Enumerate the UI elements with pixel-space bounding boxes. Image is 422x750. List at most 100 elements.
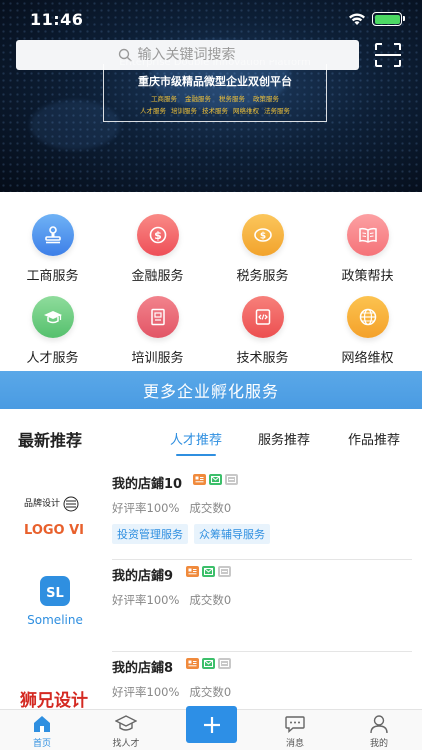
email-badge-icon bbox=[202, 566, 215, 577]
service-item-finance[interactable]: $ 金融服务 bbox=[105, 214, 210, 284]
service-label: 网络维权 bbox=[341, 351, 394, 366]
nav-profile[interactable]: 我的 bbox=[337, 714, 421, 749]
service-label: 税务服务 bbox=[236, 269, 289, 284]
banner-title: 重庆市级精品微型企业双创平台 bbox=[138, 75, 292, 88]
hero-banner[interactable]: 11:46 Enterprise Double Innovation Platf… bbox=[0, 0, 422, 192]
service-item-training[interactable]: 培训服务 bbox=[105, 296, 210, 366]
shop-badges bbox=[193, 474, 238, 485]
service-label: 人才服务 bbox=[26, 351, 79, 366]
shop-badges bbox=[186, 658, 231, 669]
service-label: 工商服务 bbox=[26, 269, 79, 284]
shop-badges bbox=[186, 566, 231, 577]
home-icon bbox=[34, 716, 50, 732]
nav-find-talent[interactable]: 找人才 bbox=[84, 714, 168, 749]
nav-label: 找人才 bbox=[112, 739, 140, 749]
logo-mark: SL bbox=[46, 586, 64, 601]
nav-label: 我的 bbox=[369, 739, 388, 749]
certificate-icon bbox=[150, 308, 165, 326]
shop-name: 我的店鋪8 bbox=[112, 661, 174, 676]
nav-messages[interactable]: 消息 bbox=[253, 714, 337, 749]
service-item-business[interactable]: 工商服务 bbox=[0, 214, 105, 284]
banner-tag: 法务服务 bbox=[264, 107, 290, 115]
banner-tag: 政策服务 bbox=[253, 95, 279, 103]
shop-deals: 成交数0 bbox=[189, 593, 232, 607]
service-icon-circle bbox=[31, 214, 74, 256]
banner-tag: 培训服务 bbox=[171, 107, 197, 115]
tab-talent-recommend[interactable]: 人才推荐 bbox=[170, 429, 222, 456]
shop-stats: 好评率100% 成交数0 bbox=[112, 592, 231, 608]
service-icon-circle bbox=[241, 296, 284, 338]
id-card-badge-icon bbox=[186, 658, 199, 669]
brand-design-logo: 品牌设计 LOGO VI bbox=[18, 476, 92, 550]
more-services-button[interactable]: 更多企业孵化服务 bbox=[0, 371, 422, 409]
nav-label: 消息 bbox=[285, 739, 304, 749]
bottom-nav: 首页 找人才 消息 我的 bbox=[0, 706, 422, 750]
banner-tag: 金融服务 bbox=[185, 95, 211, 103]
person-icon bbox=[370, 715, 388, 734]
nav-label: 首页 bbox=[32, 739, 51, 749]
service-label: 政策帮扶 bbox=[341, 269, 394, 284]
license-badge-icon bbox=[218, 658, 231, 669]
email-badge-icon bbox=[209, 474, 222, 485]
recommend-header: 最新推荐 人才推荐 服务推荐 作品推荐 bbox=[0, 420, 422, 456]
banner-tag: 人才服务 bbox=[140, 107, 166, 115]
code-document-icon bbox=[255, 309, 270, 325]
shop-stats: 好评率100% 成交数0 bbox=[112, 684, 231, 700]
service-label: 培训服务 bbox=[131, 351, 184, 366]
shop-deals: 成交数0 bbox=[189, 501, 232, 515]
book-icon bbox=[358, 227, 377, 243]
shop-list-item[interactable]: 品牌设计 LOGO VI 我的店鋪10 好评率100% 成交数0 投资管理服务 … bbox=[0, 468, 422, 560]
license-badge-icon bbox=[225, 474, 238, 485]
service-item-tech[interactable]: 技术服务 bbox=[210, 296, 315, 366]
shop-rating: 好评率100% bbox=[112, 685, 180, 699]
service-icon-circle: $ bbox=[136, 214, 179, 256]
service-item-talent[interactable]: 人才服务 bbox=[0, 296, 105, 366]
banner-tag: 税务服务 bbox=[219, 95, 245, 103]
shop-list-item[interactable]: SL Someline 我的店鋪9 好评率100% 成交数0 bbox=[0, 560, 422, 652]
add-button[interactable] bbox=[186, 706, 237, 743]
shop-deals: 成交数0 bbox=[189, 685, 232, 699]
shop-tag[interactable]: 众筹辅导服务 bbox=[194, 524, 270, 544]
logo-text: 狮兄设计 bbox=[19, 690, 88, 711]
logo-text-top: 品牌设计 bbox=[24, 497, 60, 509]
service-icon-circle: $ bbox=[241, 214, 284, 256]
svg-text:$: $ bbox=[259, 232, 265, 242]
service-label: 金融服务 bbox=[131, 269, 184, 284]
recommend-title: 最新推荐 bbox=[18, 431, 83, 450]
license-badge-icon bbox=[218, 566, 231, 577]
scan-icon[interactable] bbox=[374, 42, 402, 68]
chat-bubble-icon bbox=[285, 716, 305, 734]
email-badge-icon bbox=[202, 658, 215, 669]
nav-home[interactable]: 首页 bbox=[0, 714, 84, 749]
shop-stats: 好评率100% 成交数0 bbox=[112, 500, 231, 516]
plus-icon bbox=[203, 716, 220, 733]
stamp-icon bbox=[44, 226, 61, 244]
id-card-badge-icon bbox=[186, 566, 199, 577]
graduation-cap-icon bbox=[43, 311, 62, 324]
shop-name: 我的店鋪10 bbox=[112, 477, 183, 492]
wifi-icon bbox=[349, 13, 365, 25]
tab-works-recommend[interactable]: 作品推荐 bbox=[348, 429, 400, 448]
logo-text-bottom: LOGO VI bbox=[24, 523, 84, 538]
graduation-cap-icon bbox=[115, 715, 137, 731]
banner-tag: 技术服务 bbox=[202, 107, 228, 115]
service-grid: 工商服务 $ 金融服务 $ 税务服务 政策帮扶 人才服务 培训服务 技术服务 网… bbox=[0, 192, 422, 370]
service-item-tax[interactable]: $ 税务服务 bbox=[210, 214, 315, 284]
shop-tag[interactable]: 投资管理服务 bbox=[112, 524, 188, 544]
service-item-policy[interactable]: 政策帮扶 bbox=[315, 214, 420, 284]
service-icon-circle bbox=[346, 296, 389, 338]
status-time: 11:46 bbox=[30, 10, 84, 29]
service-item-network-rights[interactable]: 网络维权 bbox=[315, 296, 420, 366]
svg-text:$: $ bbox=[154, 229, 162, 242]
tab-service-recommend[interactable]: 服务推荐 bbox=[258, 429, 310, 448]
shop-rating: 好评率100% bbox=[112, 501, 180, 515]
battery-icon bbox=[372, 12, 405, 26]
service-icon-circle bbox=[136, 296, 179, 338]
banner-tags-row2: 人才服务 培训服务 技术服务 网络维权 法务服务 bbox=[110, 105, 320, 115]
globe-icon bbox=[359, 308, 376, 326]
someline-logo: SL Someline bbox=[18, 568, 92, 642]
banner-tag: 网络维权 bbox=[233, 107, 259, 115]
service-label: 技术服务 bbox=[236, 351, 289, 366]
id-card-badge-icon bbox=[193, 474, 206, 485]
dollar-coin-icon: $ bbox=[149, 226, 166, 244]
